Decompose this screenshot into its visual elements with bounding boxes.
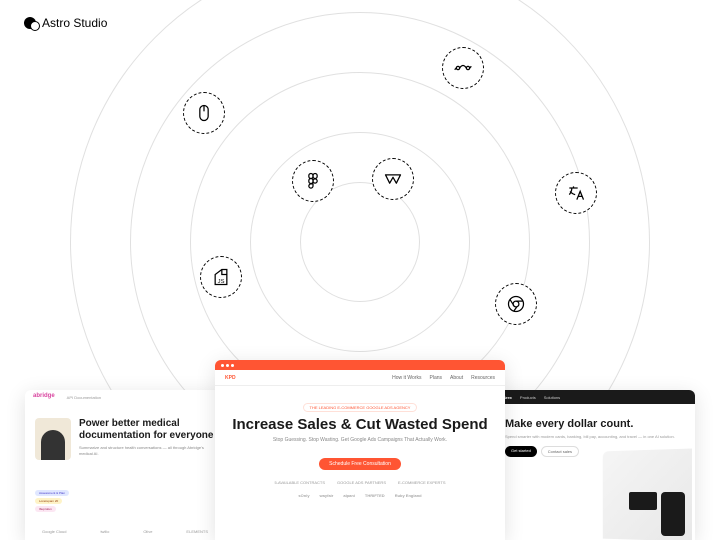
logo: alpani <box>343 493 355 498</box>
card-sub: Summarize and structure health conversat… <box>79 445 215 456</box>
pill: Lorazepam 20 <box>35 498 62 504</box>
showcase-card-kpd: KPD How it Works Plans About Resources T… <box>215 360 505 540</box>
card-body: THE LEADING E-COMMERCE GOOGLE ADS AGENCY… <box>215 386 505 508</box>
card-headline: Power better medical documentation for e… <box>79 418 215 442</box>
pill-group: Assessment & Plan Lorazepam 20 Ibuprofen <box>35 490 69 512</box>
card-headline: Increase Sales & Cut Wasted Spend <box>227 416 493 433</box>
secondary-button[interactable]: Contact sales <box>541 446 579 457</box>
nav-item: Plans <box>430 375 443 381</box>
nav-item: Solutions <box>544 395 560 400</box>
meta-item: GOOGLE ADS PARTNERS <box>337 480 386 485</box>
card-sub: Stop Guessing. Stop Wasting. Get Google … <box>227 437 493 444</box>
badge: THE LEADING E-COMMERCE GOOGLE ADS AGENCY <box>303 403 418 412</box>
pill: Assessment & Plan <box>35 490 69 496</box>
nav-item: Resources <box>471 375 495 381</box>
hero-image <box>35 418 71 460</box>
pill: Ibuprofen <box>35 506 56 512</box>
logo: THRIFTED <box>365 493 385 498</box>
logo: twilio <box>100 529 109 534</box>
showcase-card-brex: Brex Products Solutions Make every dolla… <box>495 390 695 540</box>
card-brand: KPD <box>225 375 236 381</box>
browser-chrome <box>215 360 505 370</box>
astro-logo-mark <box>24 17 36 29</box>
meta-item: E-COMMERCE EXPERTS <box>398 480 446 485</box>
card-nav: Brex Products Solutions <box>495 390 695 404</box>
logo: ELEMENTS <box>186 529 208 534</box>
meta-item: 5-AVAILABLE CONTRACTS <box>274 480 325 485</box>
nav-item: About <box>450 375 463 381</box>
card-nav: KPD How it Works Plans About Resources <box>215 370 505 386</box>
webflow-icon <box>372 158 414 200</box>
logo-row: sOnly wayfair alpani THRIFTED Ruby Engla… <box>227 493 493 498</box>
nav-item: API Documentation <box>67 395 101 400</box>
logo: Ruby England <box>395 493 422 498</box>
card-brand: abridge <box>33 393 55 399</box>
translate-icon <box>555 172 597 214</box>
logo: wayfair <box>320 493 334 498</box>
logo-row: Google Cloud twilio Olive ELEMENTS <box>25 529 225 534</box>
pen-tool-icon <box>442 47 484 89</box>
nav-item: Products <box>520 395 536 400</box>
card-mockup <box>629 492 657 510</box>
showcase-cards: abridge API Documentation Power better m… <box>0 340 720 540</box>
phone-mockup <box>661 492 685 536</box>
meta-row: 5-AVAILABLE CONTRACTS GOOGLE ADS PARTNER… <box>227 480 493 485</box>
mouse-icon <box>183 92 225 134</box>
card-headline: Make every dollar count. <box>505 418 685 430</box>
javascript-icon: JS <box>200 256 242 298</box>
logo: Olive <box>143 529 152 534</box>
showcase-card-abridge: abridge API Documentation Power better m… <box>25 390 225 540</box>
chrome-icon <box>495 283 537 325</box>
logo: sOnly <box>298 493 309 498</box>
card-nav: abridge API Documentation <box>25 390 225 404</box>
svg-text:JS: JS <box>218 279 225 285</box>
nav-item: How it Works <box>392 375 421 381</box>
primary-button[interactable]: Get started <box>505 446 537 457</box>
card-body: Power better medical documentation for e… <box>25 404 225 474</box>
logo: Google Cloud <box>42 529 66 534</box>
figma-icon <box>292 160 334 202</box>
cta-button[interactable]: Schedule Free Consultation <box>319 458 401 470</box>
brand-logo: Astro Studio <box>24 16 107 30</box>
card-sub: Spend smarter with modern cards, banking… <box>505 434 685 440</box>
brand-name: Astro Studio <box>42 16 107 30</box>
